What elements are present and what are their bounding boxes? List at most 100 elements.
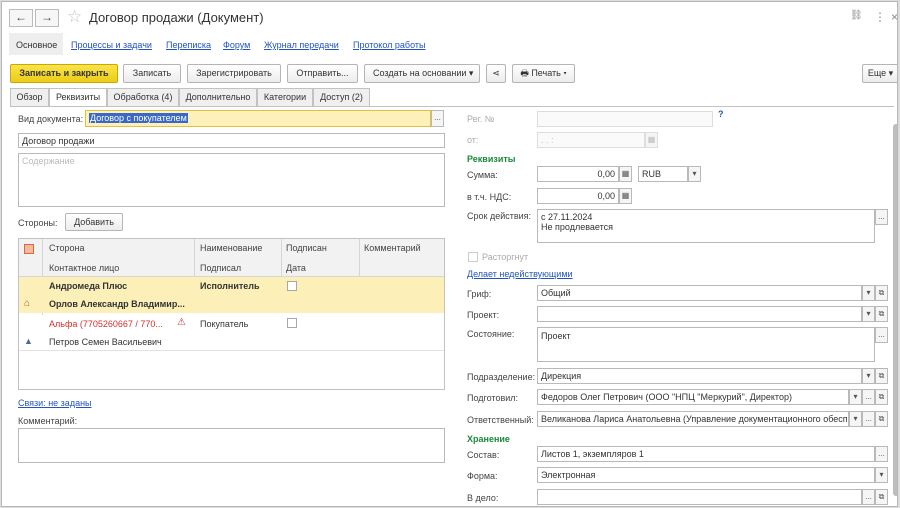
title-field[interactable]: Договор продажи [18,133,445,148]
grif-dropdown-icon[interactable]: ▾ [862,285,875,301]
responsible-field[interactable]: Великанова Лариса Анатольевна (Управлени… [537,411,849,427]
row1-signed-checkbox[interactable] [287,281,297,291]
forward-button[interactable]: → [35,9,59,27]
col-header-date[interactable]: Дата [286,263,306,273]
tab-requisites[interactable]: Реквизиты [49,88,107,107]
term-field[interactable]: с 27.11.2024 Не продлевается [537,209,875,243]
warning-icon: ⚠ [177,317,186,328]
table-settings-icon[interactable] [24,244,34,254]
nav-tab-forum[interactable]: Форум [223,40,250,50]
from-date-field[interactable]: . . : [537,132,645,148]
organization-icon: ▲ [24,336,33,346]
col-header-signer[interactable]: Подписал [200,263,241,273]
tab-processing[interactable]: Обработка (4) [107,88,179,106]
composition-field[interactable]: Листов 1, экземпляров 1 [537,446,875,462]
more-button[interactable]: Еще ▾ [862,64,897,83]
help-icon[interactable]: ? [718,109,724,119]
nav-tab-transfer-log[interactable]: Журнал передачи [264,40,339,50]
grif-field[interactable]: Общий [537,285,862,301]
reg-number-label: Рег. № [467,114,495,124]
col-header-signed[interactable]: Подписан [286,243,327,253]
nav-tab-main-label[interactable]: Основное [16,40,57,50]
back-button[interactable]: ← [9,9,33,27]
row2-signed-checkbox[interactable] [287,318,297,328]
file-field[interactable] [537,489,862,505]
responsible-select-button[interactable]: ... [862,411,875,427]
calculator-icon[interactable]: ▦ [619,188,632,204]
file-label: В дело: [467,493,499,503]
grif-open-icon[interactable]: ⧉ [875,285,888,301]
vat-field[interactable]: 0,00 [537,188,619,204]
form-label: Форма: [467,471,498,481]
project-open-icon[interactable]: ⧉ [875,306,888,322]
calendar-icon[interactable]: ▦ [645,132,658,148]
currency-dropdown-icon[interactable]: ▾ [688,166,701,182]
nav-tab-processes[interactable]: Процессы и задачи [71,40,152,50]
printer-icon: 🖶 [520,68,529,78]
col-header-party[interactable]: Сторона [49,243,85,253]
currency-field[interactable]: RUB [638,166,688,182]
doc-type-field[interactable]: Договор с покупателем [85,110,431,127]
file-open-icon[interactable]: ⧉ [875,489,888,505]
prepared-dropdown-icon[interactable]: ▾ [849,389,862,405]
share-icon: ⋖ [492,68,500,78]
department-field[interactable]: Дирекция [537,368,862,384]
scrollbar[interactable] [893,112,897,504]
state-select-button[interactable]: ... [875,327,888,343]
project-dropdown-icon[interactable]: ▾ [862,306,875,322]
term-label: Срок действия: [467,211,532,221]
calculator-icon[interactable]: ▦ [619,166,632,182]
term-select-button[interactable]: ... [875,209,888,225]
more-menu-icon[interactable]: ⋮ [874,10,886,24]
tab-access[interactable]: Доступ (2) [313,88,370,106]
parties-table: Сторона Наименование Подписан Комментари… [18,238,445,390]
tab-additional[interactable]: Дополнительно [179,88,257,106]
tab-overview[interactable]: Обзор [10,88,49,106]
prepared-field[interactable]: Федоров Олег Петрович (ООО "НПЦ "Меркури… [537,389,849,405]
nav-tab-work-log[interactable]: Протокол работы [353,40,425,50]
scrollbar-thumb[interactable] [893,124,897,496]
create-based-on-button[interactable]: Создать на основании ▾ [364,64,480,83]
sum-field[interactable]: 0,00 [537,166,619,182]
nav-tab-correspondence[interactable]: Переписка [166,40,211,50]
register-button[interactable]: Зарегистрировать [187,64,281,83]
chevron-down-icon: ▾ [563,68,567,78]
save-button[interactable]: Записать [123,64,181,83]
invalidates-link[interactable]: Делает недействующими [467,269,573,279]
reg-number-field[interactable] [537,111,713,127]
star-icon[interactable]: ☆ [67,7,82,27]
share-button[interactable]: ⋖ [486,64,506,83]
comment-field[interactable] [18,428,445,463]
row1-party: Андромеда Плюс [49,281,128,291]
prepared-open-icon[interactable]: ⧉ [875,389,888,405]
file-select-button[interactable]: ... [862,489,875,505]
links-link[interactable]: Связи: не заданы [18,398,92,408]
col-header-comment[interactable]: Комментарий [364,243,421,253]
chevron-down-icon: ▾ [888,68,894,78]
prepared-select-button[interactable]: ... [862,389,875,405]
responsible-dropdown-icon[interactable]: ▾ [849,411,862,427]
project-field[interactable] [537,306,862,322]
send-button[interactable]: Отправить... [287,64,358,83]
form-field[interactable]: Электронная [537,467,875,483]
tab-categories[interactable]: Категории [257,88,313,106]
form-dropdown-icon[interactable]: ▾ [875,467,888,483]
department-dropdown-icon[interactable]: ▾ [862,368,875,384]
state-field[interactable]: Проект [537,327,875,362]
save-and-close-button[interactable]: Записать и закрыть [10,64,118,83]
link-icon[interactable]: ⛓ [850,10,863,21]
add-party-button[interactable]: Добавить [65,213,123,231]
vat-label: в т.ч. НДС: [467,192,512,202]
terminated-checkbox[interactable] [468,252,478,262]
content-field[interactable]: Содержание [18,153,445,207]
close-icon[interactable]: × [891,10,897,24]
row2-contact: Петров Семен Васильевич [49,337,162,347]
responsible-open-icon[interactable]: ⧉ [875,411,888,427]
col-header-name[interactable]: Наименование [200,243,262,253]
col-sep [359,239,360,277]
print-button[interactable]: 🖶 Печать ▾ [512,64,575,83]
composition-select-button[interactable]: ... [875,446,888,462]
department-open-icon[interactable]: ⧉ [875,368,888,384]
doc-type-select-button[interactable]: ... [431,110,444,127]
col-header-contact[interactable]: Контактное лицо [49,263,119,273]
